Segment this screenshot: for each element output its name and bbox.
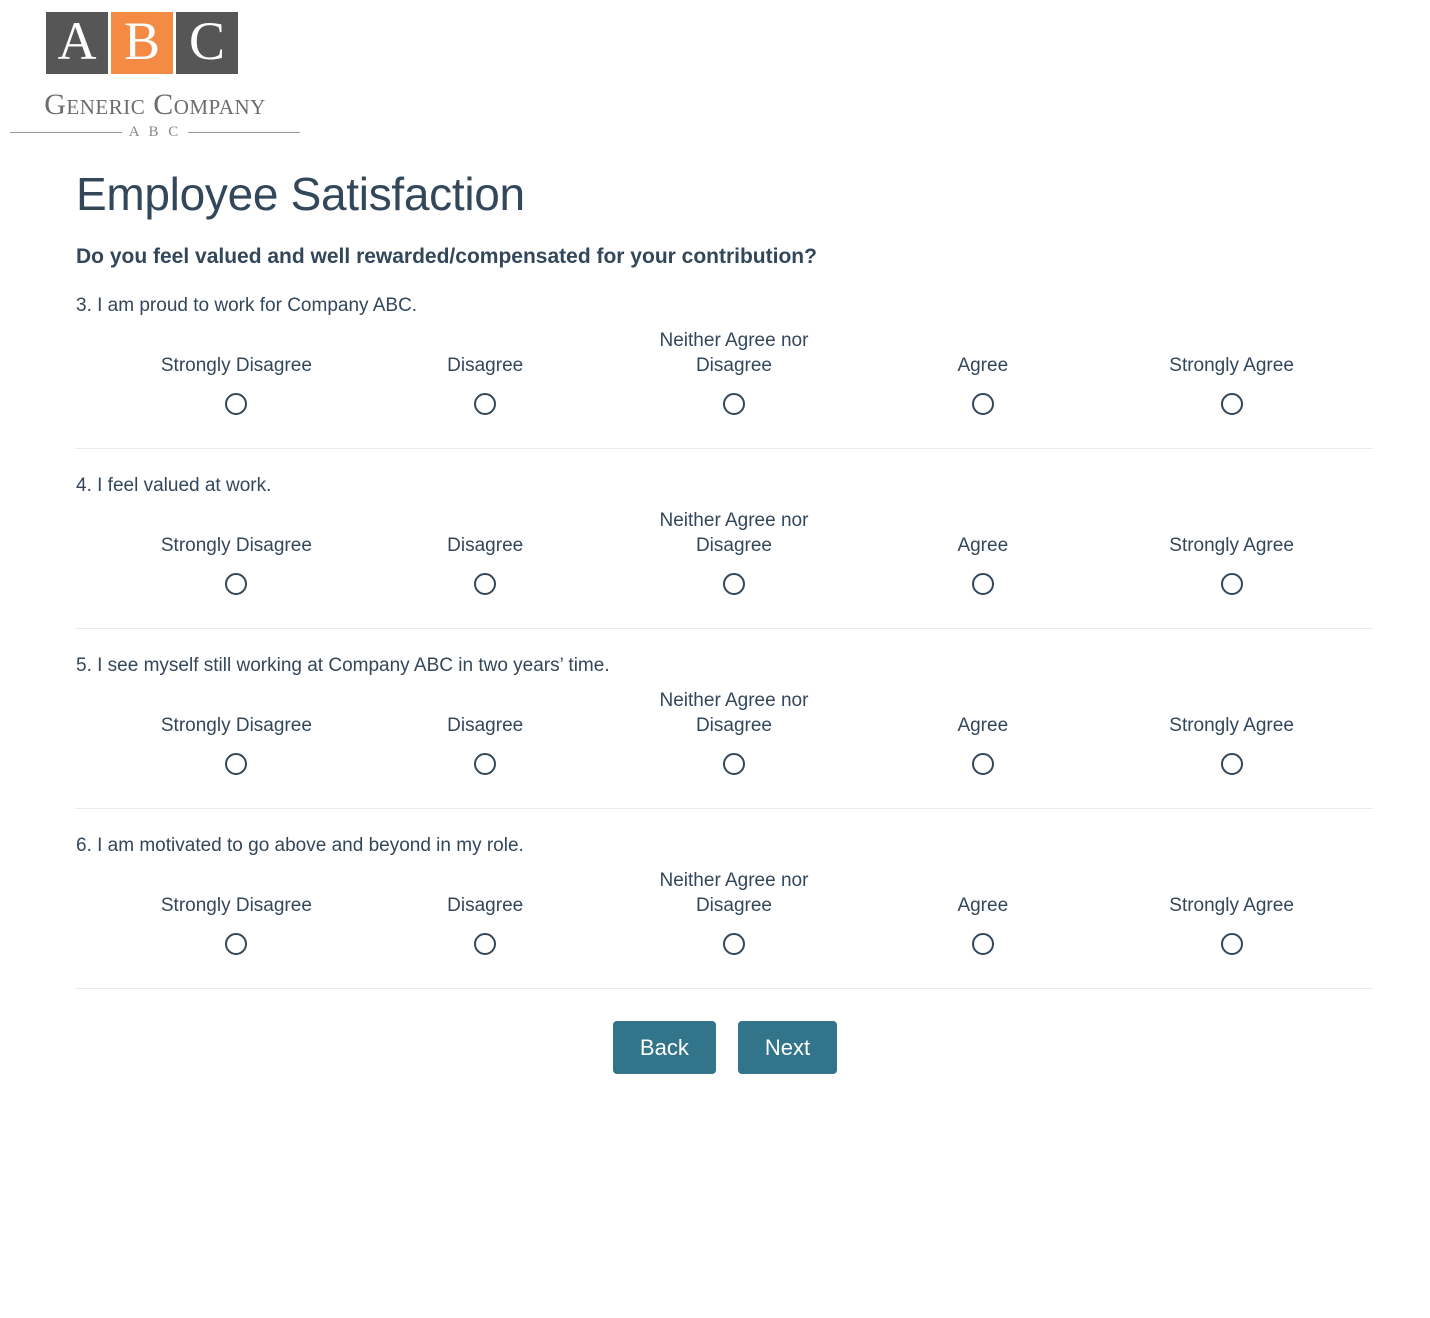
scale-column: Strongly Disagree bbox=[112, 867, 361, 955]
scale-column: Disagree bbox=[361, 507, 610, 595]
radio-neither-agree-nor-disagree[interactable] bbox=[722, 752, 745, 775]
scale-column: Agree bbox=[858, 507, 1107, 595]
scale-column: Disagree bbox=[361, 867, 610, 955]
scale-column: Strongly Agree bbox=[1107, 327, 1356, 415]
question-block: 5. I see myself still working at Company… bbox=[0, 655, 1430, 775]
radio-neither-agree-nor-disagree[interactable] bbox=[722, 932, 745, 955]
scale-label: Agree bbox=[957, 715, 1009, 737]
scale-label: Strongly Disagree bbox=[160, 535, 312, 557]
section-question: Do you feel valued and well rewarded/com… bbox=[76, 244, 817, 268]
radio-strongly-disagree[interactable] bbox=[225, 392, 248, 415]
radio-strongly-agree[interactable] bbox=[1220, 932, 1243, 955]
question-divider bbox=[75, 807, 1373, 809]
rating-scale: Strongly Disagree Disagree Neither Agree… bbox=[112, 687, 1356, 775]
form-actions: Back Next bbox=[0, 1020, 1430, 1075]
scale-label: Neither Agree nor Disagree bbox=[659, 689, 809, 737]
scale-column: Strongly Agree bbox=[1107, 687, 1356, 775]
scale-column: Strongly Disagree bbox=[112, 507, 361, 595]
radio-disagree[interactable] bbox=[474, 932, 497, 955]
scale-column: Strongly Agree bbox=[1107, 507, 1356, 595]
scale-label: Strongly Agree bbox=[1169, 895, 1294, 917]
rating-scale: Strongly Disagree Disagree Neither Agree… bbox=[112, 867, 1356, 955]
question-block: 6. I am motivated to go above and beyond… bbox=[0, 835, 1430, 955]
scale-label: Strongly Agree bbox=[1169, 715, 1294, 737]
radio-disagree[interactable] bbox=[474, 392, 497, 415]
scale-column: Strongly Disagree bbox=[112, 327, 361, 415]
back-button[interactable]: Back bbox=[612, 1020, 716, 1075]
tagline-rule-right bbox=[188, 132, 301, 133]
company-tagline: A B C bbox=[10, 124, 301, 141]
question-divider bbox=[75, 627, 1373, 629]
question-divider bbox=[75, 447, 1373, 449]
scale-label: Strongly Disagree bbox=[160, 895, 312, 917]
radio-strongly-agree[interactable] bbox=[1220, 572, 1243, 595]
scale-label: Strongly Agree bbox=[1169, 355, 1294, 377]
survey-page: Employee Satisfaction Do you feel valued… bbox=[0, 168, 1430, 1075]
logo-square-c: C bbox=[176, 12, 238, 74]
scale-column: Neither Agree nor Disagree bbox=[610, 507, 859, 595]
rating-scale: Strongly Disagree Disagree Neither Agree… bbox=[112, 327, 1356, 415]
scale-label: Neither Agree nor Disagree bbox=[659, 329, 809, 377]
scale-label: Agree bbox=[957, 355, 1009, 377]
scale-label: Agree bbox=[957, 895, 1009, 917]
scale-label: Strongly Agree bbox=[1169, 535, 1294, 557]
scale-label: Strongly Disagree bbox=[160, 715, 312, 737]
scale-label: Disagree bbox=[447, 535, 524, 557]
tagline-rule-left bbox=[10, 132, 122, 133]
radio-agree[interactable] bbox=[971, 572, 994, 595]
question-text: 4. I feel valued at work. bbox=[76, 474, 272, 496]
radio-agree[interactable] bbox=[971, 752, 994, 775]
radio-agree[interactable] bbox=[971, 932, 994, 955]
scale-label: Neither Agree nor Disagree bbox=[659, 509, 809, 557]
scale-column: Neither Agree nor Disagree bbox=[610, 867, 859, 955]
scale-column: Disagree bbox=[361, 327, 610, 415]
radio-strongly-disagree[interactable] bbox=[225, 572, 248, 595]
scale-label: Neither Agree nor Disagree bbox=[659, 869, 809, 917]
tagline-text: A B C bbox=[128, 124, 182, 140]
radio-strongly-disagree[interactable] bbox=[225, 932, 248, 955]
scale-label: Disagree bbox=[447, 355, 524, 377]
logo-squares: A B C bbox=[46, 12, 300, 74]
scale-label: Disagree bbox=[447, 715, 524, 737]
company-name: Generic Company bbox=[44, 88, 266, 121]
company-logo: A B C Generic Company A B C bbox=[10, 12, 301, 141]
radio-neither-agree-nor-disagree[interactable] bbox=[722, 572, 745, 595]
radio-strongly-agree[interactable] bbox=[1220, 392, 1243, 415]
scale-label: Strongly Disagree bbox=[160, 355, 312, 377]
question-divider bbox=[75, 987, 1373, 989]
scale-column: Neither Agree nor Disagree bbox=[610, 327, 859, 415]
question-block: 3. I am proud to work for Company ABC. S… bbox=[0, 295, 1430, 415]
radio-disagree[interactable] bbox=[474, 572, 497, 595]
scale-column: Neither Agree nor Disagree bbox=[610, 687, 859, 775]
logo-square-b: B bbox=[111, 12, 173, 74]
question-block: 4. I feel valued at work. Strongly Disag… bbox=[0, 475, 1430, 595]
question-text: 6. I am motivated to go above and beyond… bbox=[76, 834, 524, 856]
scale-label: Agree bbox=[957, 535, 1009, 557]
scale-column: Agree bbox=[858, 687, 1107, 775]
scale-column: Strongly Disagree bbox=[112, 687, 361, 775]
logo-square-a: A bbox=[46, 12, 108, 74]
radio-strongly-agree[interactable] bbox=[1220, 752, 1243, 775]
radio-disagree[interactable] bbox=[474, 752, 497, 775]
scale-column: Agree bbox=[858, 327, 1107, 415]
radio-neither-agree-nor-disagree[interactable] bbox=[722, 392, 745, 415]
scale-column: Agree bbox=[858, 867, 1107, 955]
radio-agree[interactable] bbox=[971, 392, 994, 415]
page-title: Employee Satisfaction bbox=[76, 168, 525, 220]
next-button[interactable]: Next bbox=[737, 1020, 838, 1075]
question-text: 3. I am proud to work for Company ABC. bbox=[76, 294, 418, 316]
scale-label: Disagree bbox=[447, 895, 524, 917]
rating-scale: Strongly Disagree Disagree Neither Agree… bbox=[112, 507, 1356, 595]
radio-strongly-disagree[interactable] bbox=[225, 752, 248, 775]
question-text: 5. I see myself still working at Company… bbox=[76, 654, 610, 676]
scale-column: Disagree bbox=[361, 687, 610, 775]
scale-column: Strongly Agree bbox=[1107, 867, 1356, 955]
